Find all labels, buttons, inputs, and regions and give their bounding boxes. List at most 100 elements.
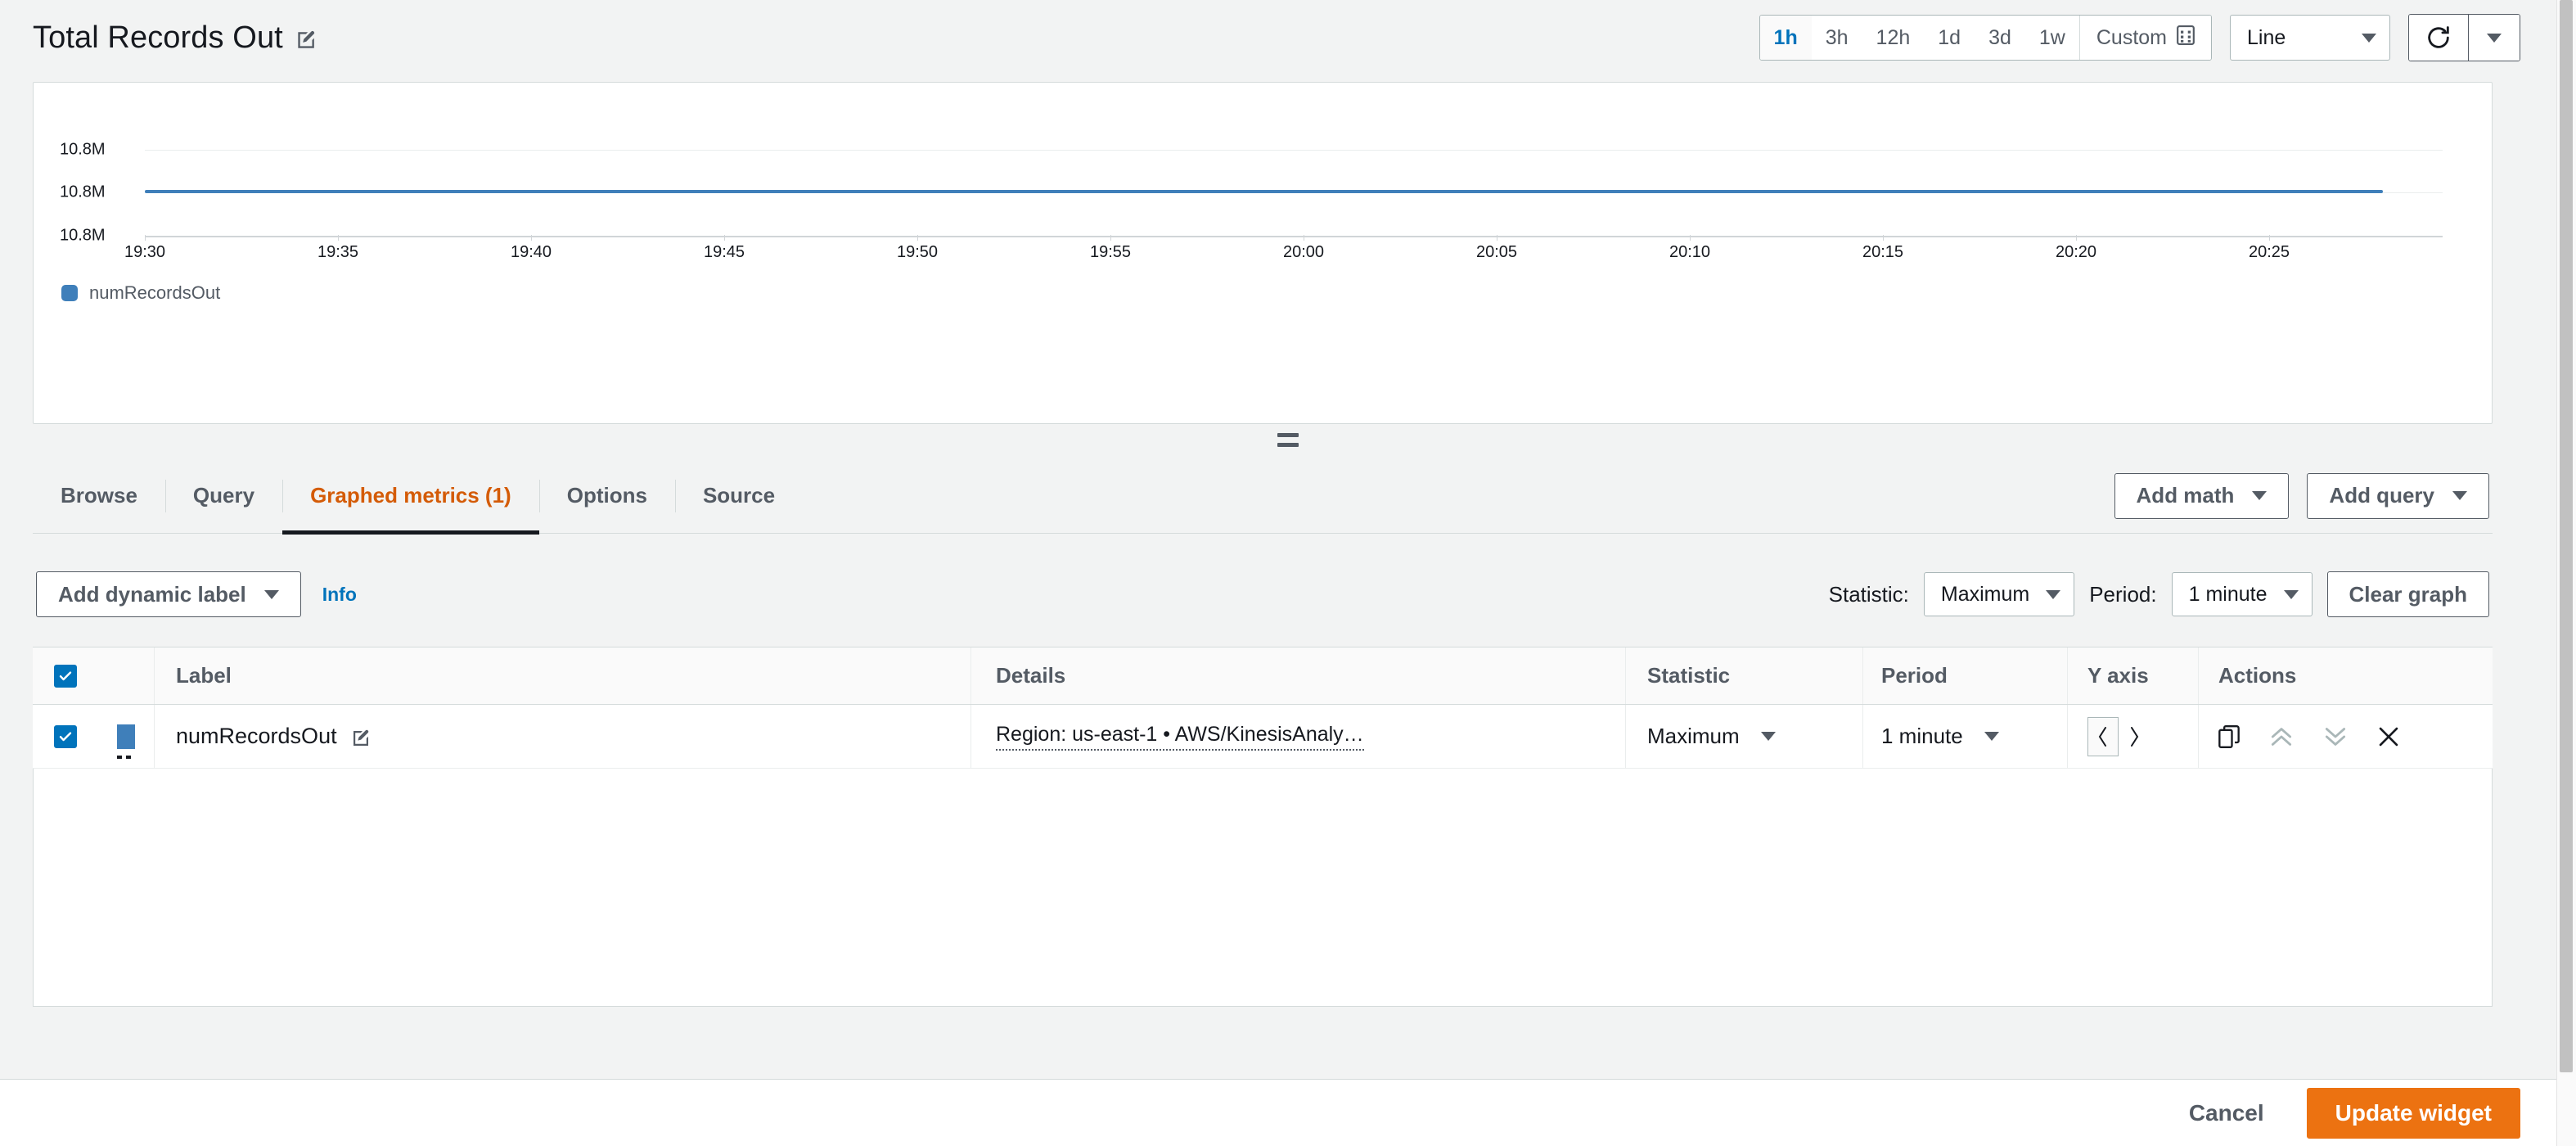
chart-plot-area: 10.8M 10.8M 10.8M 19:30 19:35 19:40 19:4… — [34, 83, 2492, 423]
tab-label: Source — [702, 483, 776, 508]
statistic-period-controls: Statistic: Maximum Period: 1 minute Clea… — [1829, 571, 2489, 617]
yaxis-toggle — [2087, 716, 2150, 756]
x-axis-tick-label: 20:00 — [1282, 243, 1325, 261]
x-axis-tick — [1883, 235, 1884, 241]
time-range-1h[interactable]: 1h — [1759, 16, 1812, 60]
widget-header: Total Records Out 1h 3h 12h 1d 3d 1w Cus… — [0, 0, 2556, 75]
update-widget-button[interactable]: Update widget — [2306, 1087, 2520, 1139]
row-statistic-select[interactable]: Maximum — [1647, 724, 1776, 749]
column-header-label: Label — [176, 663, 232, 688]
metric-label: numRecordsOut — [176, 724, 337, 748]
add-math-label: Add math — [2136, 483, 2235, 508]
x-axis-tick-label: 19:50 — [896, 243, 939, 261]
x-axis-tick-label: 20:10 — [1669, 243, 1711, 261]
tab-query[interactable]: Query — [164, 458, 282, 534]
period-value: 1 minute — [2188, 582, 2268, 606]
time-range-1d[interactable]: 1d — [1924, 16, 1975, 60]
table-row: numRecordsOut Region: us-east-1 • AWS/Ki… — [33, 705, 2493, 769]
chevron-down-icon — [1760, 732, 1776, 741]
y-axis-tick-label: 10.8M — [60, 140, 106, 159]
chevron-down-icon — [2487, 33, 2502, 43]
row-period-select[interactable]: 1 minute — [1881, 724, 1999, 749]
legend-color-swatch — [61, 285, 78, 301]
select-all-checkbox[interactable] — [54, 664, 77, 688]
period-header-cell: Period — [1862, 647, 2067, 704]
chevron-down-icon — [1984, 732, 1999, 741]
row-color-cell — [98, 724, 154, 759]
move-down-icon[interactable] — [2323, 726, 2348, 747]
row-period-cell: 1 minute — [1862, 705, 2067, 768]
drag-handle-icon — [1277, 432, 1299, 447]
metric-details[interactable]: Region: us-east-1 • AWS/KinesisAnaly… — [996, 723, 1364, 751]
tab-options[interactable]: Options — [538, 458, 675, 534]
chart-legend[interactable]: numRecordsOut — [61, 282, 220, 304]
series-color-swatch[interactable] — [117, 724, 135, 759]
page-scrollbar-track[interactable] — [2556, 0, 2576, 1146]
yaxis-right-button[interactable] — [2119, 717, 2150, 756]
period-label: Period: — [2089, 581, 2157, 607]
tab-browse[interactable]: Browse — [33, 458, 165, 534]
remove-icon[interactable] — [2377, 725, 2400, 748]
cancel-button[interactable]: Cancel — [2182, 1092, 2271, 1135]
edit-pencil-icon[interactable] — [350, 729, 370, 748]
time-range-3d[interactable]: 3d — [1975, 16, 2025, 60]
row-label-cell: numRecordsOut — [154, 705, 971, 768]
tab-bar-actions: Add math Add query — [2114, 472, 2493, 519]
duplicate-icon[interactable] — [2218, 724, 2240, 748]
calendar-icon — [2177, 25, 2195, 51]
row-details-cell: Region: us-east-1 • AWS/KinesisAnaly… — [971, 705, 1625, 768]
statistic-select[interactable]: Maximum — [1923, 572, 2075, 616]
time-range-12h[interactable]: 12h — [1862, 16, 1925, 60]
y-axis-tick-label: 10.8M — [60, 226, 106, 245]
column-header-actions: Actions — [2218, 663, 2297, 688]
tab-graphed-metrics[interactable]: Graphed metrics (1) — [282, 458, 539, 535]
chevron-down-icon — [263, 589, 279, 599]
legend-item-label: numRecordsOut — [89, 282, 221, 303]
add-query-button[interactable]: Add query — [2307, 472, 2489, 519]
chevron-down-icon — [2452, 491, 2467, 500]
x-axis-tick-label: 20:25 — [2248, 243, 2290, 261]
header-controls: 1h 3h 12h 1d 3d 1w Custom Line — [1759, 14, 2520, 61]
refresh-options-button[interactable] — [2469, 15, 2520, 61]
x-axis-tick-label: 19:30 — [124, 243, 166, 261]
label-header-cell: Label — [154, 647, 971, 704]
graphed-metrics-table: Label Details Statistic Period Y axis Ac… — [33, 647, 2493, 769]
statistic-value: Maximum — [1940, 582, 2030, 606]
panel-resize-handle[interactable] — [0, 429, 2576, 450]
add-query-label: Add query — [2329, 483, 2434, 508]
time-range-3h[interactable]: 3h — [1811, 16, 1862, 60]
edit-pencil-icon[interactable] — [295, 29, 316, 51]
refresh-group — [2408, 14, 2520, 61]
x-axis-tick — [1690, 235, 1691, 241]
row-statistic-cell: Maximum — [1625, 705, 1862, 768]
row-checkbox[interactable] — [54, 724, 77, 748]
add-math-button[interactable]: Add math — [2114, 472, 2290, 519]
statistic-header-cell: Statistic — [1625, 647, 1862, 704]
yaxis-left-button[interactable] — [2087, 716, 2119, 756]
x-axis-tick-label: 19:45 — [703, 243, 745, 261]
yaxis-header-cell: Y axis — [2067, 647, 2198, 704]
x-axis-tick-label: 19:35 — [317, 243, 359, 261]
add-dynamic-label-button[interactable]: Add dynamic label — [36, 571, 301, 617]
clear-graph-button[interactable]: Clear graph — [2326, 571, 2489, 617]
chart-type-value: Line — [2247, 25, 2286, 49]
row-yaxis-cell — [2067, 705, 2198, 768]
refresh-icon[interactable] — [2409, 15, 2468, 61]
info-link[interactable]: Info — [322, 584, 357, 606]
chart-type-select[interactable]: Line — [2230, 15, 2390, 61]
tab-label: Browse — [61, 483, 137, 508]
x-axis-tick — [2269, 235, 2270, 241]
chevron-down-icon — [2046, 589, 2061, 599]
period-select[interactable]: 1 minute — [2171, 572, 2313, 616]
row-statistic-value: Maximum — [1647, 724, 1740, 748]
time-range-1w[interactable]: 1w — [2024, 16, 2079, 60]
row-action-icons — [2218, 724, 2400, 748]
move-up-icon[interactable] — [2269, 726, 2294, 747]
time-range-custom[interactable]: Custom — [2079, 16, 2211, 60]
x-axis-tick-label: 19:55 — [1089, 243, 1132, 261]
tab-source[interactable]: Source — [674, 458, 803, 534]
row-actions-cell — [2198, 705, 2493, 768]
footer-actions: Cancel Update widget — [0, 1079, 2556, 1146]
page-scrollbar-thumb[interactable] — [2560, 0, 2573, 1072]
column-header-details: Details — [996, 663, 1066, 688]
